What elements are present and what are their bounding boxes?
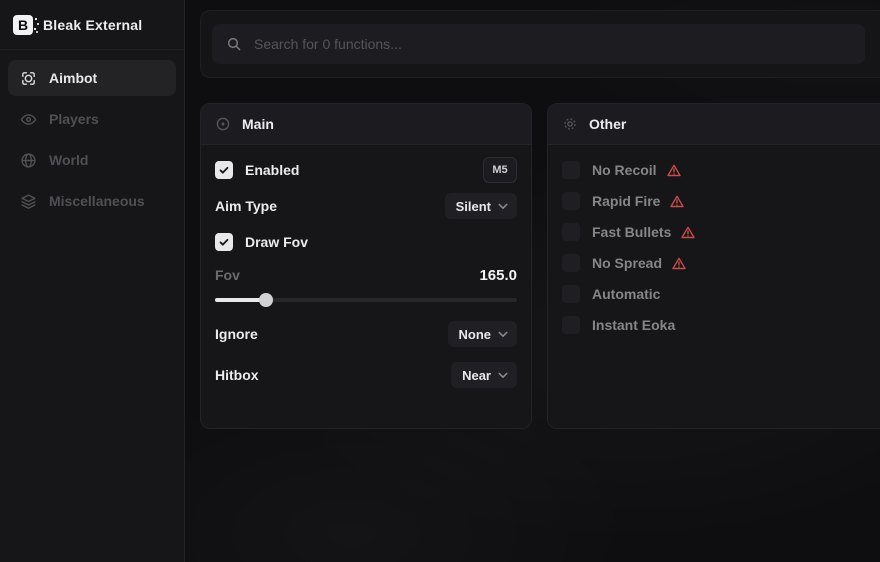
no-recoil-checkbox[interactable] <box>562 161 580 179</box>
gear-icon <box>562 116 578 132</box>
draw-fov-checkbox[interactable] <box>215 233 233 251</box>
enabled-label: Enabled <box>245 162 299 178</box>
globe-icon <box>20 152 37 169</box>
no-spread-row: No Spread <box>562 252 880 274</box>
other-panel-header: Other <box>548 104 880 145</box>
warning-icon <box>681 226 695 239</box>
app-title: Bleak External <box>43 17 142 33</box>
other-panel-body: No Recoil Rapid Fire <box>548 145 880 350</box>
search-input[interactable] <box>254 36 851 52</box>
no-spread-checkbox[interactable] <box>562 254 580 272</box>
aim-type-row: Aim Type Silent <box>215 193 517 219</box>
draw-fov-row: Draw Fov <box>215 229 517 255</box>
target-icon <box>215 116 231 132</box>
panel-title: Main <box>242 116 274 132</box>
warning-icon <box>670 195 684 208</box>
no-recoil-label: No Recoil <box>592 162 657 178</box>
automatic-checkbox[interactable] <box>562 285 580 303</box>
panels-row: Main Enabled M5 Aim Type Silent <box>200 103 880 429</box>
ignore-label: Ignore <box>215 326 258 342</box>
rapid-fire-row: Rapid Fire <box>562 190 880 212</box>
main-panel-body: Enabled M5 Aim Type Silent <box>201 145 531 410</box>
rapid-fire-label: Rapid Fire <box>592 193 660 209</box>
eye-icon <box>20 111 37 128</box>
enabled-checkbox[interactable] <box>215 161 233 179</box>
main-content: Main Enabled M5 Aim Type Silent <box>185 0 880 562</box>
fov-row: Fov 165.0 <box>215 265 517 285</box>
hitbox-value: Near <box>462 368 491 383</box>
fov-slider[interactable] <box>215 293 517 307</box>
ignore-value: None <box>459 327 492 342</box>
sidebar-item-label: World <box>49 152 88 168</box>
sidebar-item-aimbot[interactable]: Aimbot <box>8 60 176 96</box>
layers-icon <box>20 193 37 210</box>
no-spread-label: No Spread <box>592 255 662 271</box>
instant-eoka-row: Instant Eoka <box>562 314 880 336</box>
fast-bullets-row: Fast Bullets <box>562 221 880 243</box>
crosshair-scan-icon <box>20 70 37 87</box>
warning-icon <box>672 257 686 270</box>
fov-value: 165.0 <box>479 267 517 284</box>
hitbox-label: Hitbox <box>215 367 259 383</box>
chevron-down-icon <box>498 331 508 338</box>
sidebar-item-world[interactable]: World <box>8 142 176 178</box>
automatic-row: Automatic <box>562 283 880 305</box>
draw-fov-label: Draw Fov <box>245 234 308 250</box>
app-logo-icon: B <box>13 15 33 35</box>
warning-icon <box>667 164 681 177</box>
search-icon <box>226 36 242 52</box>
sidebar-header: B Bleak External <box>0 0 184 50</box>
slider-thumb[interactable] <box>259 293 273 307</box>
keybind-badge[interactable]: M5 <box>483 157 517 183</box>
fast-bullets-checkbox[interactable] <box>562 223 580 241</box>
fov-label: Fov <box>215 267 240 283</box>
chevron-down-icon <box>498 203 508 210</box>
sidebar-item-label: Players <box>49 111 99 127</box>
aim-type-dropdown[interactable]: Silent <box>445 193 517 219</box>
main-panel-header: Main <box>201 104 531 145</box>
other-panel: Other No Recoil Rapid Fire <box>547 103 880 429</box>
panel-title: Other <box>589 116 626 132</box>
instant-eoka-label: Instant Eoka <box>592 317 675 333</box>
sidebar-item-players[interactable]: Players <box>8 101 176 137</box>
chevron-down-icon <box>498 372 508 379</box>
no-recoil-row: No Recoil <box>562 159 880 181</box>
sidebar-nav: Aimbot Players World <box>0 50 184 229</box>
search-box[interactable] <box>212 24 865 64</box>
ignore-dropdown[interactable]: None <box>448 321 518 347</box>
hitbox-dropdown[interactable]: Near <box>451 362 517 388</box>
instant-eoka-checkbox[interactable] <box>562 316 580 334</box>
main-panel: Main Enabled M5 Aim Type Silent <box>200 103 532 429</box>
slider-track[interactable] <box>215 298 517 302</box>
aim-type-label: Aim Type <box>215 198 277 214</box>
sidebar-item-miscellaneous[interactable]: Miscellaneous <box>8 183 176 219</box>
enabled-row: Enabled M5 <box>215 157 517 183</box>
fast-bullets-label: Fast Bullets <box>592 224 671 240</box>
sidebar: B Bleak External Aimbot Players <box>0 0 185 562</box>
search-panel <box>200 10 880 78</box>
ignore-row: Ignore None <box>215 321 517 347</box>
sidebar-item-label: Miscellaneous <box>49 193 145 209</box>
sidebar-item-label: Aimbot <box>49 70 97 86</box>
hitbox-row: Hitbox Near <box>215 362 517 388</box>
aim-type-value: Silent <box>456 199 491 214</box>
automatic-label: Automatic <box>592 286 660 302</box>
rapid-fire-checkbox[interactable] <box>562 192 580 210</box>
